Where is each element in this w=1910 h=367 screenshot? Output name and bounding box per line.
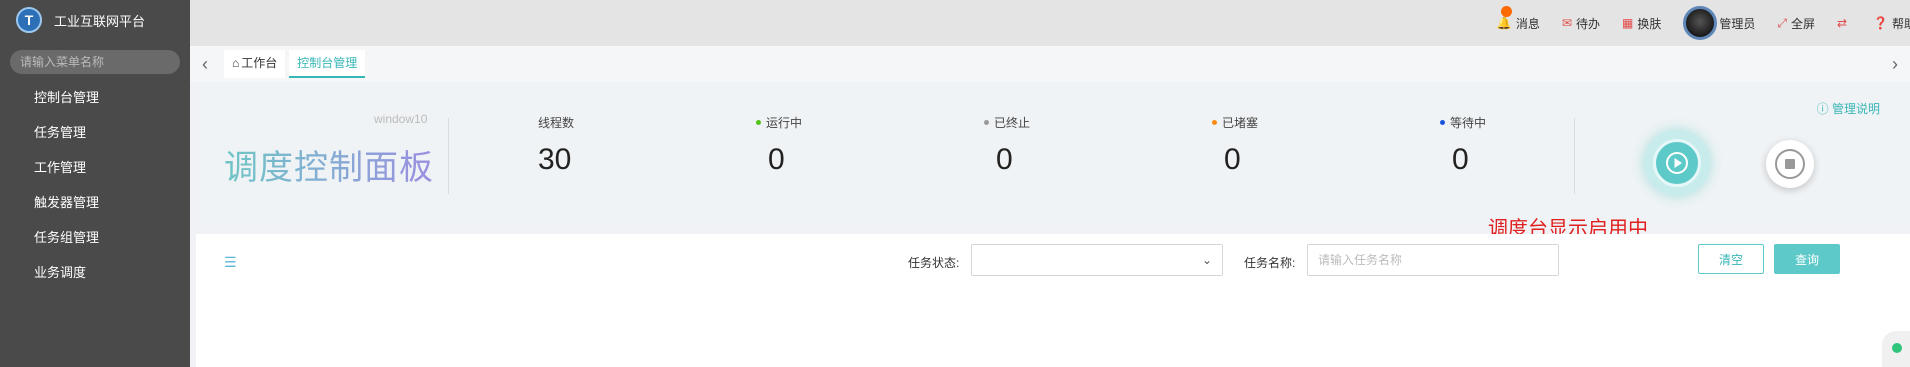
switch-button[interactable]: ⇄ xyxy=(1837,16,1851,30)
task-status-label: 任务状态: xyxy=(908,256,960,270)
stat-blocked-label: 已堵塞 xyxy=(1222,116,1259,130)
stat-blocked: 已堵塞 0 xyxy=(1212,114,1292,177)
sidebar-item-jobs[interactable]: 工作管理 xyxy=(0,150,190,185)
window-label: window10 xyxy=(374,112,428,126)
bell-icon: 🔔 xyxy=(1496,16,1512,30)
fullscreen-button[interactable]: ⤢ 全屏 xyxy=(1777,15,1815,32)
status-dot xyxy=(1892,343,1902,353)
tab-console-label: 控制台管理 xyxy=(297,56,358,70)
task-status-select[interactable]: ⌄ xyxy=(971,244,1223,276)
sidebar-item-console[interactable]: 控制台管理 xyxy=(0,80,190,115)
help-link-label: 管理说明 xyxy=(1831,102,1880,116)
task-name-label: 任务名称: xyxy=(1244,256,1296,270)
skin-button[interactable]: ▦ 换肤 xyxy=(1622,15,1661,32)
menu-search-input[interactable] xyxy=(20,55,175,69)
stat-waiting-label: 等待中 xyxy=(1450,116,1487,130)
sidebar-item-tasks[interactable]: 任务管理 xyxy=(0,115,190,150)
stat-waiting: 等待中 0 xyxy=(1440,114,1520,177)
dashboard-panel: window10 调度控制面板 线程数 30 运行中 0 已终止 0 已堵塞 0… xyxy=(196,82,1910,228)
query-button[interactable]: 查询 xyxy=(1774,244,1840,274)
status-dot xyxy=(984,120,989,125)
stat-label: 已终止 xyxy=(984,114,1064,131)
chevron-down-icon: ⌄ xyxy=(1201,253,1212,267)
grid-icon: ▦ xyxy=(1621,16,1634,30)
stat-waiting-value: 0 xyxy=(1452,143,1469,176)
start-scheduler-button[interactable] xyxy=(1644,130,1710,196)
stat-label: 线程数 xyxy=(538,114,618,131)
help-button[interactable]: ❓ 帮助 xyxy=(1873,15,1910,32)
swap-icon: ⇄ xyxy=(1836,16,1848,30)
help-icon: ❓ xyxy=(1873,16,1888,30)
play-icon xyxy=(1653,139,1701,187)
todo-label: 待办 xyxy=(1575,16,1600,31)
tab-workbench[interactable]: ⌂ 工作台 xyxy=(224,50,286,78)
stat-label: 已堵塞 xyxy=(1212,114,1292,131)
stat-label: 运行中 xyxy=(756,114,836,131)
status-dot xyxy=(756,120,761,125)
sidebar-item-business-scheduling[interactable]: 业务调度 xyxy=(0,255,190,290)
stat-running-value: 0 xyxy=(768,143,785,176)
notification-badge xyxy=(1500,5,1512,17)
tabs-next-icon[interactable]: › xyxy=(1880,54,1910,75)
sidebar-item-triggers[interactable]: 触发器管理 xyxy=(0,185,190,220)
stat-threads-label: 线程数 xyxy=(538,116,575,130)
management-help-link[interactable]: ⓘ 管理说明 xyxy=(1817,100,1880,117)
user-menu[interactable]: 管理员 xyxy=(1683,6,1755,40)
help-label: 帮助 xyxy=(1891,16,1910,31)
stat-blocked-value: 0 xyxy=(1224,143,1241,176)
page-title: 调度控制面板 xyxy=(224,140,434,189)
user-name: 管理员 xyxy=(1719,16,1756,31)
divider xyxy=(448,118,449,194)
status-dot xyxy=(1212,120,1217,125)
divider xyxy=(1574,118,1575,194)
stat-terminated-label: 已终止 xyxy=(994,116,1031,130)
status-dot xyxy=(1440,120,1445,125)
tabs-prev-icon[interactable]: ‹ xyxy=(190,54,220,75)
platform-title: 工业互联网平台 xyxy=(54,13,146,29)
filter-bar: ☰ 任务状态: ⌄ 任务名称: 清空 查询 xyxy=(196,234,1910,367)
stat-label: 等待中 xyxy=(1440,114,1520,131)
stop-scheduler-button[interactable] xyxy=(1766,140,1814,188)
home-icon: ⌂ xyxy=(232,56,240,70)
stop-icon xyxy=(1775,149,1805,179)
fullscreen-label: 全屏 xyxy=(1790,16,1815,31)
stat-running-label: 运行中 xyxy=(766,116,803,130)
stat-terminated: 已终止 0 xyxy=(984,114,1064,177)
sidebar-item-task-groups[interactable]: 任务组管理 xyxy=(0,220,190,255)
messages-label: 消息 xyxy=(1515,16,1540,31)
messages-button[interactable]: 🔔 消息 xyxy=(1496,5,1540,32)
sidebar: T 工业互联网平台 控制台管理 任务管理 工作管理 触发器管理 任务组管理 业务… xyxy=(0,0,190,367)
stat-terminated-value: 0 xyxy=(996,143,1013,176)
question-circle-icon: ⓘ xyxy=(1816,102,1829,116)
top-bar: 🔔 消息 ✉ 待办 ▦ 换肤 管理员 ⤢ 全屏 ⇄ ❓ 帮助 xyxy=(190,0,1910,46)
list-icon[interactable]: ☰ xyxy=(224,254,237,271)
stat-threads-value: 30 xyxy=(538,143,572,176)
mail-icon: ✉ xyxy=(1561,16,1572,30)
stat-threads: 线程数 30 xyxy=(538,114,618,177)
stat-running: 运行中 0 xyxy=(756,114,836,177)
tab-console[interactable]: 控制台管理 xyxy=(289,50,366,78)
skin-label: 换肤 xyxy=(1637,16,1662,31)
menu-search xyxy=(10,50,180,74)
fullscreen-icon: ⤢ xyxy=(1777,15,1787,30)
platform-logo: T xyxy=(16,7,42,33)
avatar xyxy=(1683,6,1718,40)
clear-button[interactable]: 清空 xyxy=(1698,244,1764,274)
tabs-bar: ‹ ⌂ 工作台 控制台管理 › xyxy=(190,46,1910,82)
floating-action-button[interactable] xyxy=(1882,331,1910,367)
todo-button[interactable]: ✉ 待办 xyxy=(1562,15,1600,32)
task-name-input[interactable] xyxy=(1307,244,1559,276)
brand: T 工业互联网平台 xyxy=(0,0,190,40)
tab-workbench-label: 工作台 xyxy=(241,56,278,70)
